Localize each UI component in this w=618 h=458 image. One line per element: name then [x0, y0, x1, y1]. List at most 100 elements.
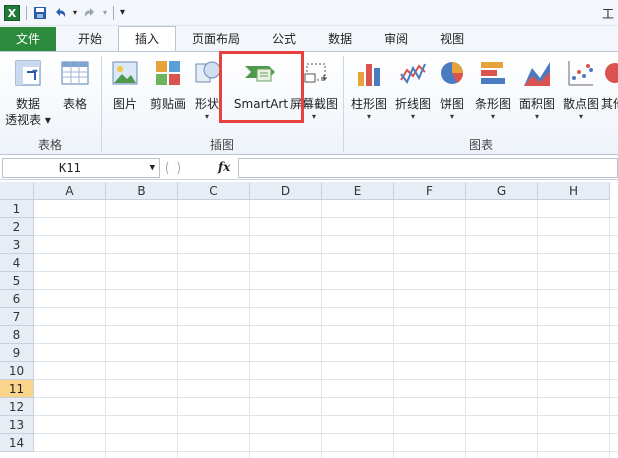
- name-box-dropdown-icon[interactable]: ▼: [150, 159, 155, 177]
- undo-icon[interactable]: [53, 6, 67, 20]
- column-header-E[interactable]: E: [322, 182, 394, 200]
- redo-icon[interactable]: [83, 6, 97, 20]
- column-gridline: [177, 200, 178, 458]
- bar-chart-button[interactable]: 条形图 ▾: [472, 52, 514, 122]
- column-chart-button[interactable]: 柱形图 ▾: [348, 52, 390, 122]
- name-box[interactable]: K11 ▼: [2, 158, 160, 178]
- row-header-4[interactable]: 4: [0, 254, 34, 272]
- row-gridline: [34, 217, 618, 218]
- column-header-H[interactable]: H: [538, 182, 610, 200]
- pie-chart-dropdown-icon: ▾: [449, 112, 454, 121]
- column-gridline: [609, 200, 610, 458]
- column-chart-dropdown-icon: ▾: [366, 112, 371, 121]
- ribbon-tabs: 文件 开始 插入 页面布局 公式 数据 审阅 视图: [0, 26, 618, 51]
- row-header-3[interactable]: 3: [0, 236, 34, 254]
- clipart-label: 剪贴画: [149, 97, 186, 111]
- column-gridline: [393, 200, 394, 458]
- row-header-12[interactable]: 12: [0, 398, 34, 416]
- select-all-corner[interactable]: [0, 182, 34, 200]
- scatter-chart-button[interactable]: 散点图 ▾: [560, 52, 602, 122]
- area-chart-button[interactable]: 面积图 ▾: [516, 52, 558, 122]
- line-chart-button[interactable]: 折线图 ▾: [392, 52, 434, 122]
- column-header-F[interactable]: F: [394, 182, 466, 200]
- tab-insert[interactable]: 插入: [118, 26, 177, 51]
- column-header-A[interactable]: A: [34, 182, 106, 200]
- separator: [26, 5, 27, 20]
- table-button[interactable]: 表格: [56, 52, 94, 112]
- column-header-C[interactable]: C: [178, 182, 250, 200]
- excel-app-icon[interactable]: X: [4, 4, 20, 21]
- area-chart-label: 面积图: [518, 97, 555, 111]
- tab-review[interactable]: 审阅: [368, 27, 424, 51]
- line-chart-dropdown-icon: ▾: [410, 112, 415, 121]
- column-header-G[interactable]: G: [466, 182, 538, 200]
- group-tables-label: 表格: [37, 138, 62, 152]
- ribbon-insert: 数据 透视表 ▾ 表格 表格 图片 剪贴画 形状 ▾ SmartArt 屏幕截图…: [0, 51, 618, 155]
- column-gridline: [321, 200, 322, 458]
- row-gridline: [34, 253, 618, 254]
- pie-chart-icon: [441, 62, 464, 84]
- other-charts-icon: [605, 63, 618, 83]
- row-header-1[interactable]: 1: [0, 200, 34, 218]
- insert-function-icon[interactable]: fx: [218, 160, 230, 174]
- row-header-2[interactable]: 2: [0, 218, 34, 236]
- worksheet-grid[interactable]: ABCDEFGH 1 2 3 4 5 6 7 8 9 10 11 12 13 14: [0, 182, 618, 458]
- row-header-13[interactable]: 13: [0, 416, 34, 434]
- customize-qat-icon[interactable]: ▾: [120, 7, 125, 18]
- window-title: 工: [601, 7, 614, 21]
- expand-formula-icon[interactable]: [164, 160, 182, 176]
- shapes-dropdown-icon: ▾: [204, 112, 209, 121]
- area-chart-icon: [524, 62, 550, 86]
- row-gridline: [34, 433, 618, 434]
- shapes-label: 形状: [194, 97, 219, 111]
- formula-controls: fx: [162, 158, 238, 178]
- row-gridline: [34, 343, 618, 344]
- clipart-button[interactable]: 剪贴画: [146, 52, 190, 112]
- save-icon[interactable]: [33, 6, 47, 20]
- row-header-10[interactable]: 10: [0, 362, 34, 380]
- row-header-7[interactable]: 7: [0, 308, 34, 326]
- tab-page-layout[interactable]: 页面布局: [176, 27, 256, 51]
- column-gridline: [537, 200, 538, 458]
- scatter-chart-icon: [568, 61, 593, 86]
- line-chart-label: 折线图: [394, 97, 431, 111]
- row-header-9[interactable]: 9: [0, 344, 34, 362]
- column-gridline: [465, 200, 466, 458]
- column-header-B[interactable]: B: [106, 182, 178, 200]
- row-gridline: [34, 397, 618, 398]
- row-header-11[interactable]: 11: [0, 380, 34, 398]
- shapes-icon: [195, 61, 221, 83]
- pivot-table-label-2: 透视表 ▾: [5, 113, 51, 127]
- picture-button[interactable]: 图片: [107, 52, 143, 112]
- row-header-6[interactable]: 6: [0, 290, 34, 308]
- pie-chart-button[interactable]: 饼图 ▾: [436, 52, 468, 122]
- tab-file[interactable]: 文件: [0, 27, 56, 51]
- undo-dropdown-icon[interactable]: ▾: [73, 8, 77, 17]
- bar-chart-label: 条形图: [474, 97, 511, 111]
- screenshot-dropdown-icon: ▾: [311, 112, 316, 121]
- tab-view[interactable]: 视图: [424, 27, 480, 51]
- separator: [113, 5, 115, 20]
- table-label: 表格: [62, 97, 87, 111]
- row-gridline: [34, 289, 618, 290]
- row-header-5[interactable]: 5: [0, 272, 34, 290]
- tab-data[interactable]: 数据: [312, 27, 368, 51]
- formula-input[interactable]: [238, 158, 618, 178]
- redo-dropdown-icon[interactable]: ▾: [103, 8, 107, 17]
- tab-formulas[interactable]: 公式: [256, 27, 312, 51]
- table-icon: [61, 61, 89, 85]
- other-charts-button[interactable]: 其他: [601, 52, 618, 112]
- tab-home[interactable]: 开始: [62, 27, 118, 51]
- quick-access-toolbar: X ▾ ▾ ▾ 工: [0, 0, 618, 26]
- row-header-14[interactable]: 14: [0, 434, 34, 452]
- pivot-table-button[interactable]: 数据 透视表 ▾: [5, 52, 51, 128]
- shapes-button[interactable]: 形状 ▾: [192, 52, 222, 122]
- pie-chart-label: 饼图: [439, 97, 464, 111]
- row-gridline: [34, 379, 618, 380]
- row-header-8[interactable]: 8: [0, 326, 34, 344]
- pivot-table-icon: [15, 60, 41, 86]
- row-gridline: [34, 235, 618, 236]
- column-header-D[interactable]: D: [250, 182, 322, 200]
- row-gridline: [34, 325, 618, 326]
- picture-icon: [112, 61, 138, 85]
